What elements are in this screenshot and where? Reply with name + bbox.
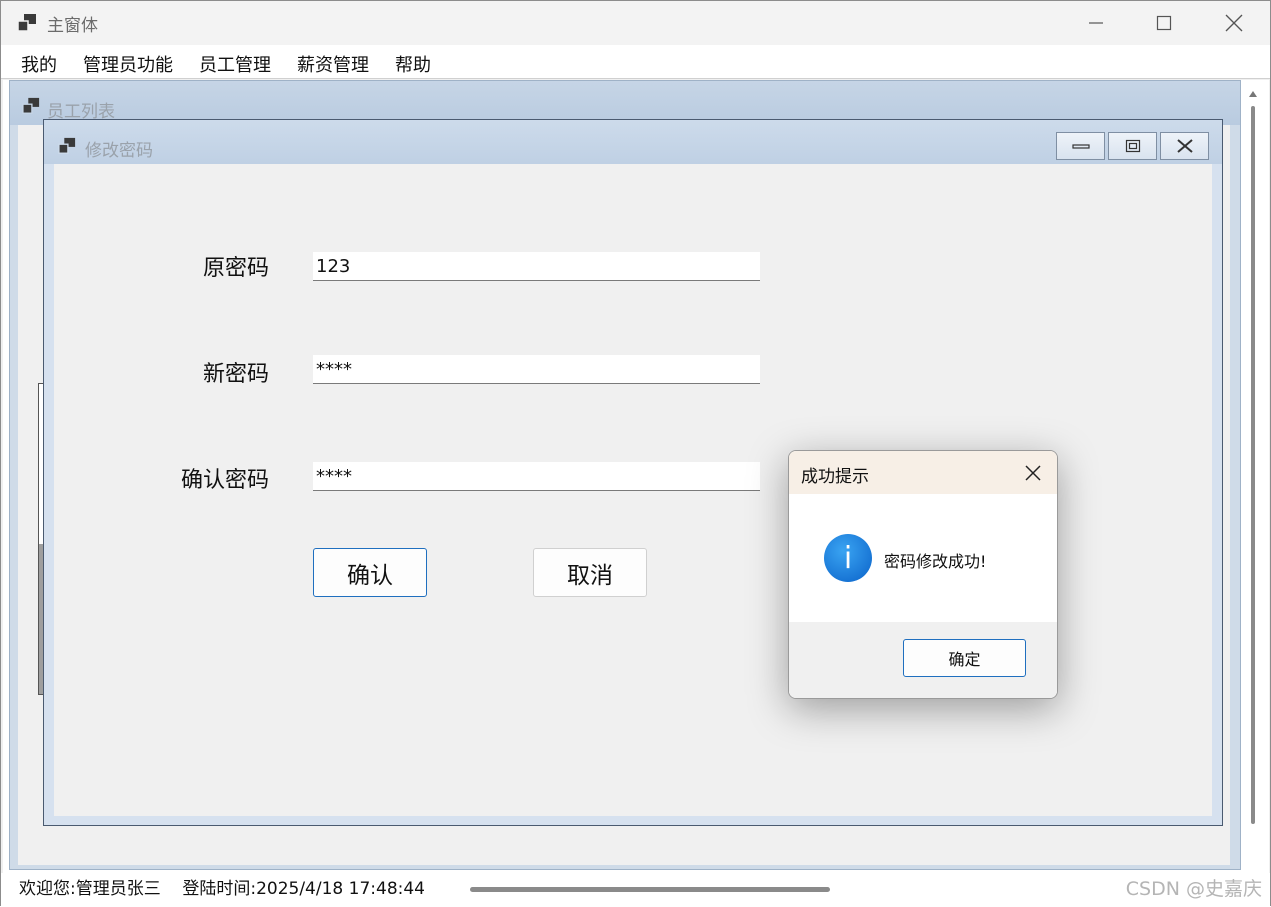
mdi-vertical-scrollbar[interactable]: [1251, 106, 1255, 824]
menu-employee[interactable]: 员工管理: [199, 51, 271, 77]
child-minimize-button[interactable]: [1056, 132, 1105, 160]
close-icon: [1025, 465, 1041, 481]
success-message-box: 成功提示 i 密码修改成功! 确定: [788, 450, 1058, 699]
change-password-titlebar[interactable]: 修改密码: [44, 120, 1222, 164]
maximize-button[interactable]: [1129, 1, 1199, 45]
maximize-icon: [1156, 15, 1172, 31]
menu-bar: 我的 管理员功能 员工管理 薪资管理 帮助: [1, 45, 1270, 79]
menu-help[interactable]: 帮助: [395, 51, 431, 77]
app-icon: [17, 14, 36, 32]
horizontal-scrollbar[interactable]: [470, 887, 830, 892]
status-text: 欢迎您:管理员张三 登陆时间:2025/4/18 17:48:44: [19, 879, 425, 899]
form-icon: [58, 137, 76, 154]
form-icon: [22, 97, 40, 114]
child-close-button[interactable]: [1160, 132, 1209, 160]
confirm-password-label: 确认密码: [180, 468, 269, 493]
info-icon: i: [824, 534, 872, 582]
child-restore-button[interactable]: [1108, 132, 1157, 160]
scroll-up-icon[interactable]: [1248, 89, 1258, 99]
minimize-button[interactable]: [1061, 1, 1131, 45]
close-button[interactable]: [1199, 1, 1269, 45]
mdi-client-area: 员工列表 修改密码 原密码 123 新密码 **** 确认密码 **** 确认 …: [3, 80, 1269, 873]
watermark: CSDN @史嘉庆: [1125, 878, 1262, 900]
main-window: 主窗体 我的 管理员功能 员工管理 薪资管理 帮助 员工列表 修改密码 原密码 …: [0, 0, 1271, 907]
new-password-label: 新密码: [202, 362, 269, 387]
main-titlebar[interactable]: 主窗体: [1, 1, 1270, 45]
message-box-text: 密码修改成功!: [884, 552, 987, 571]
menu-my[interactable]: 我的: [21, 51, 57, 77]
new-password-field[interactable]: [313, 355, 760, 384]
status-bar: 欢迎您:管理员张三 登陆时间:2025/4/18 17:48:44 CSDN @…: [1, 873, 1270, 907]
cancel-button[interactable]: 取消: [533, 548, 647, 597]
change-password-title: 修改密码: [85, 141, 153, 161]
confirm-password-field[interactable]: [313, 462, 760, 491]
ok-button[interactable]: 确定: [903, 639, 1026, 677]
close-icon: [1176, 139, 1193, 153]
message-box-title: 成功提示: [801, 467, 869, 487]
old-password-field[interactable]: [313, 252, 760, 281]
message-box-titlebar[interactable]: 成功提示: [789, 451, 1057, 494]
message-box-close-button[interactable]: [1021, 461, 1045, 485]
minimize-icon: [1089, 22, 1103, 24]
confirm-button[interactable]: 确认: [313, 548, 427, 597]
close-icon: [1225, 14, 1243, 32]
old-password-label: 原密码: [202, 256, 269, 281]
menu-admin[interactable]: 管理员功能: [83, 51, 173, 77]
menu-salary[interactable]: 薪资管理: [297, 51, 369, 77]
message-box-content: i 密码修改成功!: [789, 494, 1057, 622]
message-box-footer: 确定: [789, 622, 1057, 698]
restore-icon: [1125, 139, 1140, 153]
app-title: 主窗体: [47, 16, 98, 36]
minimize-icon: [1071, 144, 1090, 149]
